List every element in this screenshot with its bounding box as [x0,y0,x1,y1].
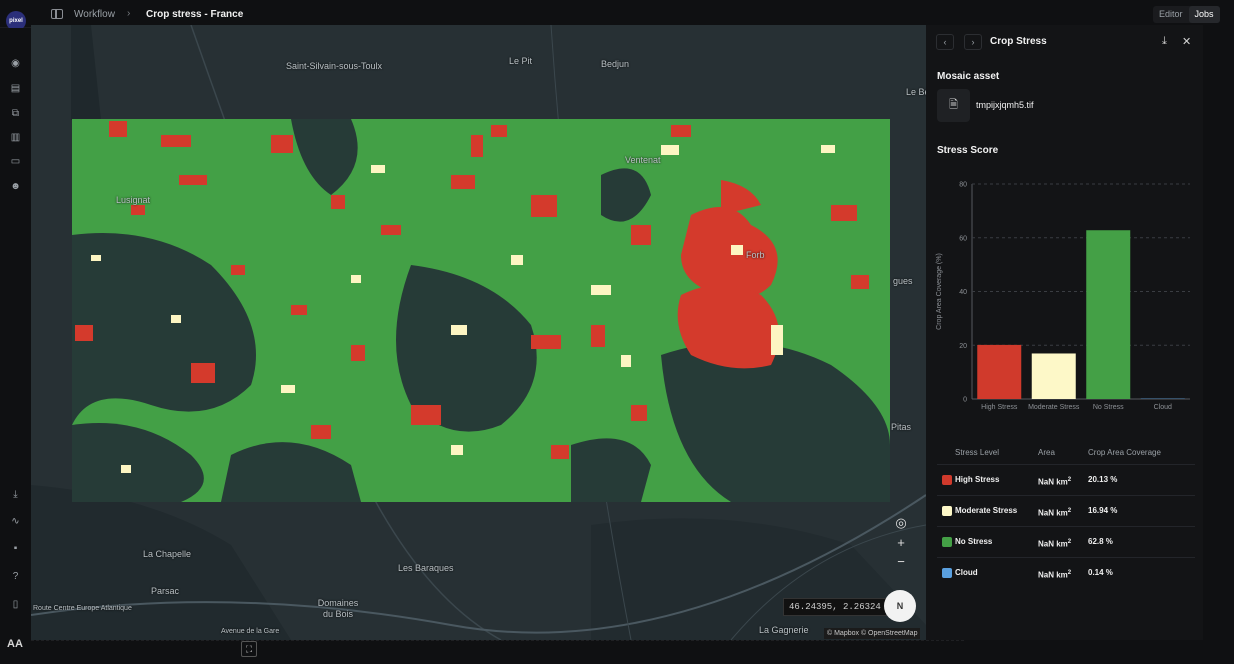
legend-swatch [942,475,952,485]
map-view[interactable]: Saint-Silvain-sous-Toulx Le Pit Bedjun L… [31,25,926,640]
map-label: Les Baraques [398,563,454,573]
next-button[interactable]: › [964,34,982,50]
panel-edge [1203,25,1234,640]
chart-y-tick-label: 20 [959,343,967,350]
map-label: La Chapelle [143,549,192,559]
locate-icon[interactable]: ◎ [893,515,909,531]
area-cell: NaN km2 [1038,570,1072,580]
coverage-cell: 20.13 % [1088,475,1118,484]
column-header: Area [1038,448,1055,457]
help-icon[interactable]: ? [10,571,21,582]
chart-bar-high-stress[interactable] [977,344,1022,399]
user-avatar[interactable]: AA [7,638,23,650]
chart-y-tick-label: 60 [959,235,967,242]
download-icon[interactable]: ⤓ [10,489,21,500]
map-label: Saint-Silvain-sous-Toulx [286,61,383,71]
store-icon[interactable]: ▥ [10,132,21,143]
map-label: Le Pit [509,56,533,66]
map-label: Pitas [891,422,912,432]
top-bar: pixel Workflow › Crop stress - France Ed… [0,0,1234,31]
map-label: Forb [746,250,765,260]
map-attribution[interactable]: © Mapbox © OpenStreetMap [824,628,921,639]
asset-file-name[interactable]: tmpijxjqmh5.tif [976,100,1034,110]
zoom-out-button[interactable]: − [893,554,909,570]
map-canvas [31,25,926,640]
download-icon[interactable]: ⤓ [1162,35,1167,48]
previous-button[interactable]: ‹ [936,34,954,50]
left-rail: ◉ ▤ ⧉ ▥ ▭ ☻ ⤓ ∿ ▪ ? ▯ AA [0,28,31,664]
docs-icon[interactable]: ▯ [10,599,21,610]
map-label: Ventenat [625,155,661,165]
map-label: Lusignat [116,195,151,205]
chart-y-axis-label: Crop Area Coverage (%) [936,253,943,330]
table-row[interactable]: Cloud NaN km2 0.14 % [937,557,1195,588]
chart-x-tick-label: Moderate Stress [1028,404,1080,411]
coordinate-readout: 46.24395, 2.26324 [783,598,887,616]
map-label: gues [893,276,913,286]
area-cell: NaN km2 [1038,508,1072,518]
stress-raster [72,119,890,502]
file-icon: 🗎 [937,89,970,122]
chart-x-tick-label: No Stress [1093,404,1124,411]
map-label: Parsac [151,586,180,596]
chart-bar-no-stress[interactable] [1086,230,1131,399]
team-icon[interactable]: ☻ [10,181,21,192]
chart-y-tick-label: 40 [959,289,967,296]
stress-level-cell: Cloud [955,568,978,577]
chat-icon[interactable]: ▪ [10,543,21,554]
tab-jobs[interactable]: Jobs [1188,6,1220,23]
chart-bar-moderate-stress[interactable] [1031,353,1076,399]
fullscreen-icon[interactable]: ⛶ [241,641,257,657]
coverage-cell: 62.8 % [1088,537,1113,546]
stress-level-cell: Moderate Stress [955,506,1018,515]
column-header: Crop Area Coverage [1088,448,1161,457]
bottom-bar [31,640,964,664]
chart-y-tick-label: 0 [963,397,967,404]
workflow-icon[interactable]: ⧉ [10,108,21,119]
map-label: La Gagnerie [759,625,809,635]
road-label: Route Centre Europe Atlantique [33,605,132,612]
coverage-cell: 0.14 % [1088,568,1113,577]
sidebar-toggle-icon[interactable] [51,9,63,19]
road-label: Avenue de la Gare [221,628,280,635]
map-label: Le Bé [906,87,926,97]
chart-x-tick-label: High Stress [981,404,1018,411]
breadcrumb-current: Crop stress - France [146,9,244,20]
map-label: Bedjun [601,59,630,69]
chart-y-tick-label: 80 [959,182,967,189]
mode-tabs: Editor Jobs [1153,6,1220,23]
compass-button[interactable]: N [884,590,916,622]
stress-level-cell: No Stress [955,537,993,546]
activity-icon[interactable]: ∿ [10,516,21,527]
coverage-cell: 16.94 % [1088,506,1118,515]
inbox-icon[interactable]: ▭ [10,156,21,167]
table-row[interactable]: No Stress NaN km2 62.8 % [937,526,1195,557]
stress-table: Stress Level Area Crop Area Coverage Hig… [937,442,1195,588]
column-header: Stress Level [955,448,1000,457]
zoom-in-button[interactable]: + [893,535,909,551]
chart-x-tick-label: Cloud [1154,404,1172,411]
table-header: Stress Level Area Crop Area Coverage [937,442,1195,464]
close-icon[interactable]: ✕ [1182,35,1191,48]
score-heading: Stress Score [937,145,999,156]
map-label: Domaines du Bois [317,598,359,619]
stress-score-chart: 0 20 40 60 80 High Stress Moderate Stress No St… [936,182,1190,411]
legend-swatch [942,568,952,578]
panel-title: Crop Stress [990,36,1047,47]
results-panel: ‹ › Crop Stress ⤓ ✕ Mosaic asset 🗎 tmpij… [926,25,1203,640]
area-cell: NaN km2 [1038,477,1072,487]
tab-editor[interactable]: Editor [1153,6,1189,23]
table-row[interactable]: High Stress NaN km2 20.13 % [937,464,1195,495]
table-row[interactable]: Moderate Stress NaN km2 16.94 % [937,495,1195,526]
breadcrumb-workflow[interactable]: Workflow [74,9,115,20]
stress-level-cell: High Stress [955,475,1000,484]
legend-swatch [942,537,952,547]
breadcrumb-separator: › [127,8,131,19]
asset-heading: Mosaic asset [937,71,1000,82]
area-cell: NaN km2 [1038,539,1072,549]
legend-swatch [942,506,952,516]
explore-icon[interactable]: ◉ [10,58,21,69]
map-icon[interactable]: ▤ [10,83,21,94]
